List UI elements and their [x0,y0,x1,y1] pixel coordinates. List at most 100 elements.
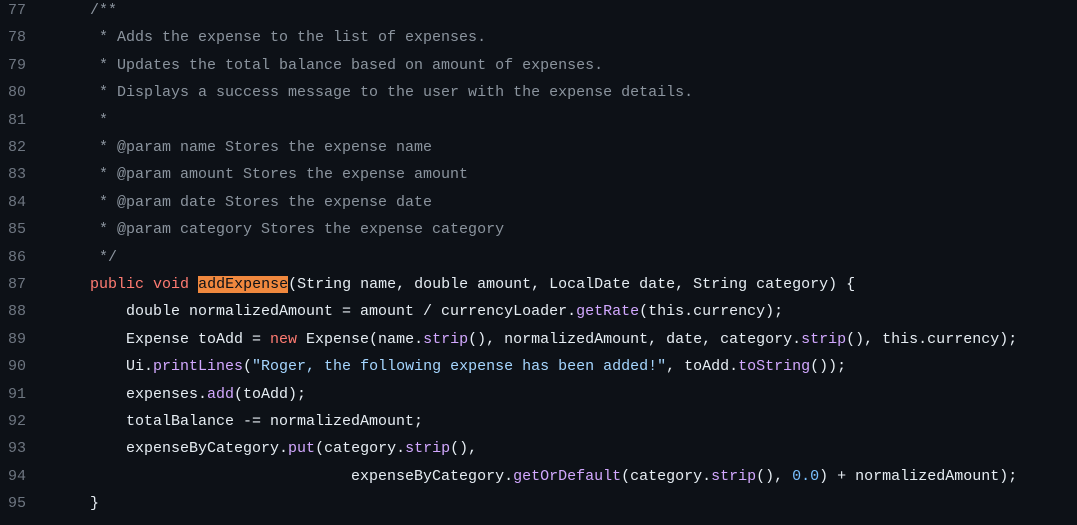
line-number: 77 [7,2,26,19]
line-number: 84 [7,193,26,211]
code-token: totalBalance -= normalizedAmount; [90,413,424,430]
line-number: 83 [7,166,26,184]
code-token: (), this.currency); [846,330,1018,348]
code-token: * @param amount Stores the expense amoun… [90,166,469,184]
code-token: ()); [810,358,847,376]
code-token: (toAdd); [234,385,307,403]
code-token: * @param category Stores the expense cat… [90,221,505,239]
code-token: Ui. [90,358,154,376]
code-line: 84 * @param date Stores the expense date [0,189,1077,216]
line-source: * [90,107,108,134]
code-token: (category. [621,467,712,485]
line-number: 93 [7,440,26,458]
line-source: expenseByCategory.getOrDefault(category.… [90,463,1017,490]
line-number: 81 [7,111,26,129]
line-source: * Displays a success message to the user… [90,79,693,106]
code-token: expenseByCategory. [90,440,289,458]
code-token: * Displays a success message to the user… [90,84,694,102]
code-token: * @param name Stores the expense name [90,139,433,156]
line-source: * @param category Stores the expense cat… [90,216,504,243]
line-source: } [90,490,99,517]
code-line: 92 totalBalance -= normalizedAmount; [0,408,1077,435]
line-source: expenseByCategory.put(category.strip(), [90,435,477,462]
code-line: 89 Expense toAdd = new Expense(name.stri… [0,326,1077,353]
line-number: 82 [7,139,26,156]
line-number: 87 [7,276,26,293]
code-token: , toAdd. [666,358,739,376]
code-token: expenses. [90,385,208,403]
code-line: 83 * @param amount Stores the expense am… [0,161,1077,188]
code-line: 88 double normalizedAmount = amount / cu… [0,298,1077,325]
code-token: */ [90,248,118,266]
line-number: 92 [7,413,26,430]
code-line: 93 expenseByCategory.put(category.strip(… [0,435,1077,462]
code-token: strip [801,330,847,348]
code-token: getRate [576,303,640,321]
line-number: 91 [7,385,26,403]
code-token: (String name, double amount, LocalDate d… [288,276,856,293]
line-source: * @param amount Stores the expense amoun… [90,161,468,188]
code-token: * Updates the total balance based on amo… [90,56,604,74]
code-token: Expense toAdd = [90,330,271,348]
line-number: 85 [7,221,26,239]
code-line: 90 Ui.printLines("Roger, the following e… [0,353,1077,380]
code-token: add [207,385,235,403]
code-token: ( [243,358,253,376]
code-token: * @param date Stores the expense date [90,193,433,211]
code-view: 77 /** 78 * Adds the expense to the list o… [0,0,1077,525]
line-source: * @param name Stores the expense name [90,134,432,161]
line-source: Expense toAdd = new Expense(name.strip()… [90,326,1017,353]
line-source: * @param date Stores the expense date [90,189,432,216]
code-line: 79 * Updates the total balance based on … [0,52,1077,79]
line-number: 89 [7,330,26,348]
code-token: Expense(name. [297,330,424,348]
code-line: 78 * Adds the expense to the list of exp… [0,24,1077,51]
code-token: (), normalizedAmount, date, category. [468,330,802,348]
code-token: strip [423,330,469,348]
code-token: (category. [315,440,406,458]
code-line: 95} [0,490,1077,517]
code-token: printLines [153,358,244,376]
line-number: 86 [7,248,26,266]
code-token: put [288,440,316,458]
line-source: totalBalance -= normalizedAmount; [90,408,423,435]
code-token: } [90,495,100,513]
line-source: * Updates the total balance based on amo… [90,52,603,79]
code-token: void [153,276,190,293]
code-token: "Roger, the following expense has been a… [252,358,667,376]
code-line: 85 * @param category Stores the expense … [0,216,1077,243]
line-source: public void addExpense(String name, doub… [90,271,855,298]
code-token: expenseByCategory. [90,467,514,485]
code-token: getOrDefault [513,467,622,485]
code-line: 81 * [0,107,1077,134]
line-source: /** [90,0,117,24]
code-token: * [90,111,109,129]
line-number: 78 [7,29,26,47]
line-number: 95 [7,495,26,513]
code-token: ) + normalizedAmount); [819,467,1018,485]
code-line: 80 * Displays a success message to the u… [0,79,1077,106]
code-line: 87 public void addExpense(String name, do… [0,271,1077,298]
line-source: * Adds the expense to the list of expens… [90,24,486,51]
code-line: 94 expenseByCategory.getOrDefault(catego… [0,463,1077,490]
line-source: double normalizedAmount = amount / curre… [90,298,783,325]
code-token: /** [90,2,118,19]
code-line: 82 * @param name Stores the expense name [0,134,1077,161]
code-token: public [90,276,145,293]
line-source: Ui.printLines("Roger, the following expe… [90,353,846,380]
code-token: strip [405,440,451,458]
code-token: * Adds the expense to the list of expens… [90,29,487,47]
code-line: 91 expenses.add(toAdd); [0,381,1077,408]
line-number: 79 [7,56,26,74]
code-token: new [270,330,298,348]
line-source: */ [90,244,117,271]
line-number: 94 [7,467,26,485]
code-token: 0.0 [792,467,820,485]
search-match-highlight: addExpense [198,276,289,293]
code-token: (), [756,467,793,485]
line-number: 80 [7,84,26,102]
line-source: expenses.add(toAdd); [90,381,306,408]
code-line: 86 */ [0,244,1077,271]
